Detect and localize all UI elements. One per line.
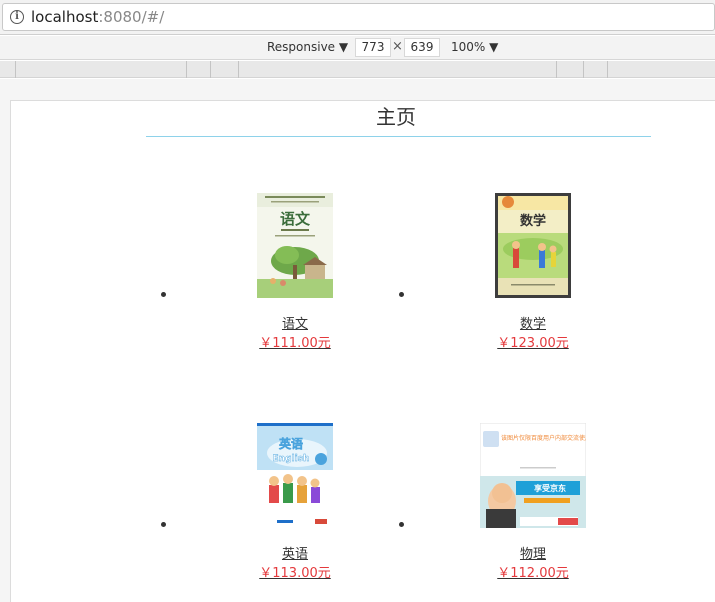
device-select[interactable]: Responsive ▼ bbox=[267, 40, 348, 54]
product-cover-english[interactable]: 英语 English bbox=[257, 423, 333, 528]
media-query-segment[interactable] bbox=[583, 61, 584, 78]
media-query-segment[interactable] bbox=[210, 61, 211, 78]
product-name-link[interactable]: 物理 bbox=[473, 543, 593, 562]
address-bar[interactable]: i localhost:8080/#/ bbox=[2, 3, 715, 31]
list-bullet bbox=[399, 522, 404, 527]
cover-title: 语文 bbox=[280, 210, 311, 228]
info-icon[interactable]: i bbox=[10, 10, 24, 24]
title-divider bbox=[146, 136, 651, 137]
url-text[interactable]: localhost:8080/#/ bbox=[31, 8, 164, 26]
product-name-link[interactable]: 数学 bbox=[473, 313, 593, 332]
list-bullet bbox=[161, 522, 166, 527]
media-query-segment[interactable] bbox=[186, 61, 187, 78]
product-price[interactable]: ￥112.00元 bbox=[473, 562, 593, 581]
cover-badge: 享受京东 bbox=[534, 483, 566, 493]
media-query-segment[interactable] bbox=[556, 61, 557, 78]
product-price[interactable]: ￥113.00元 bbox=[235, 562, 355, 581]
browser-toolbar: i localhost:8080/#/ bbox=[0, 0, 715, 35]
list-bullet bbox=[161, 292, 166, 297]
cover-title: 英语 bbox=[279, 436, 303, 451]
url-path: :8080/#/ bbox=[98, 8, 165, 26]
zoom-select[interactable]: 100% ▼ bbox=[451, 40, 498, 54]
product-name-link[interactable]: 语文 bbox=[235, 313, 355, 332]
media-query-bar[interactable] bbox=[0, 61, 715, 78]
product-price[interactable]: ￥111.00元 bbox=[235, 332, 355, 351]
viewport-height-input[interactable]: 639 bbox=[404, 38, 440, 57]
device-toolbar: Responsive ▼ 773 × 639 100% ▼ bbox=[0, 36, 715, 60]
product-name-link[interactable]: 英语 bbox=[235, 543, 355, 562]
product-cover-chinese[interactable]: 语文 bbox=[257, 193, 333, 298]
product-price[interactable]: ￥123.00元 bbox=[473, 332, 593, 351]
page-title: 主页 bbox=[376, 105, 416, 129]
viewport-width-input[interactable]: 773 bbox=[355, 38, 391, 57]
media-query-segment[interactable] bbox=[607, 61, 608, 78]
media-query-segment[interactable] bbox=[238, 61, 239, 78]
product-cover-math[interactable]: 数学 bbox=[495, 193, 571, 298]
url-host: localhost bbox=[31, 8, 99, 26]
dimension-separator: × bbox=[392, 39, 403, 54]
list-bullet bbox=[399, 292, 404, 297]
media-query-segment[interactable] bbox=[15, 61, 16, 78]
cover-subtitle: English bbox=[273, 454, 310, 464]
page-viewport: 主页 语文 语文 ￥111.00元 数学 数学 ￥123.00元 英语 Engl… bbox=[10, 100, 715, 602]
cover-title: 数学 bbox=[520, 213, 546, 229]
cover-notice: 该图片仅限百度用户内部交流使用 bbox=[501, 434, 586, 442]
product-cover-physics[interactable]: 该图片仅限百度用户内部交流使用 享受京东 bbox=[480, 423, 586, 528]
